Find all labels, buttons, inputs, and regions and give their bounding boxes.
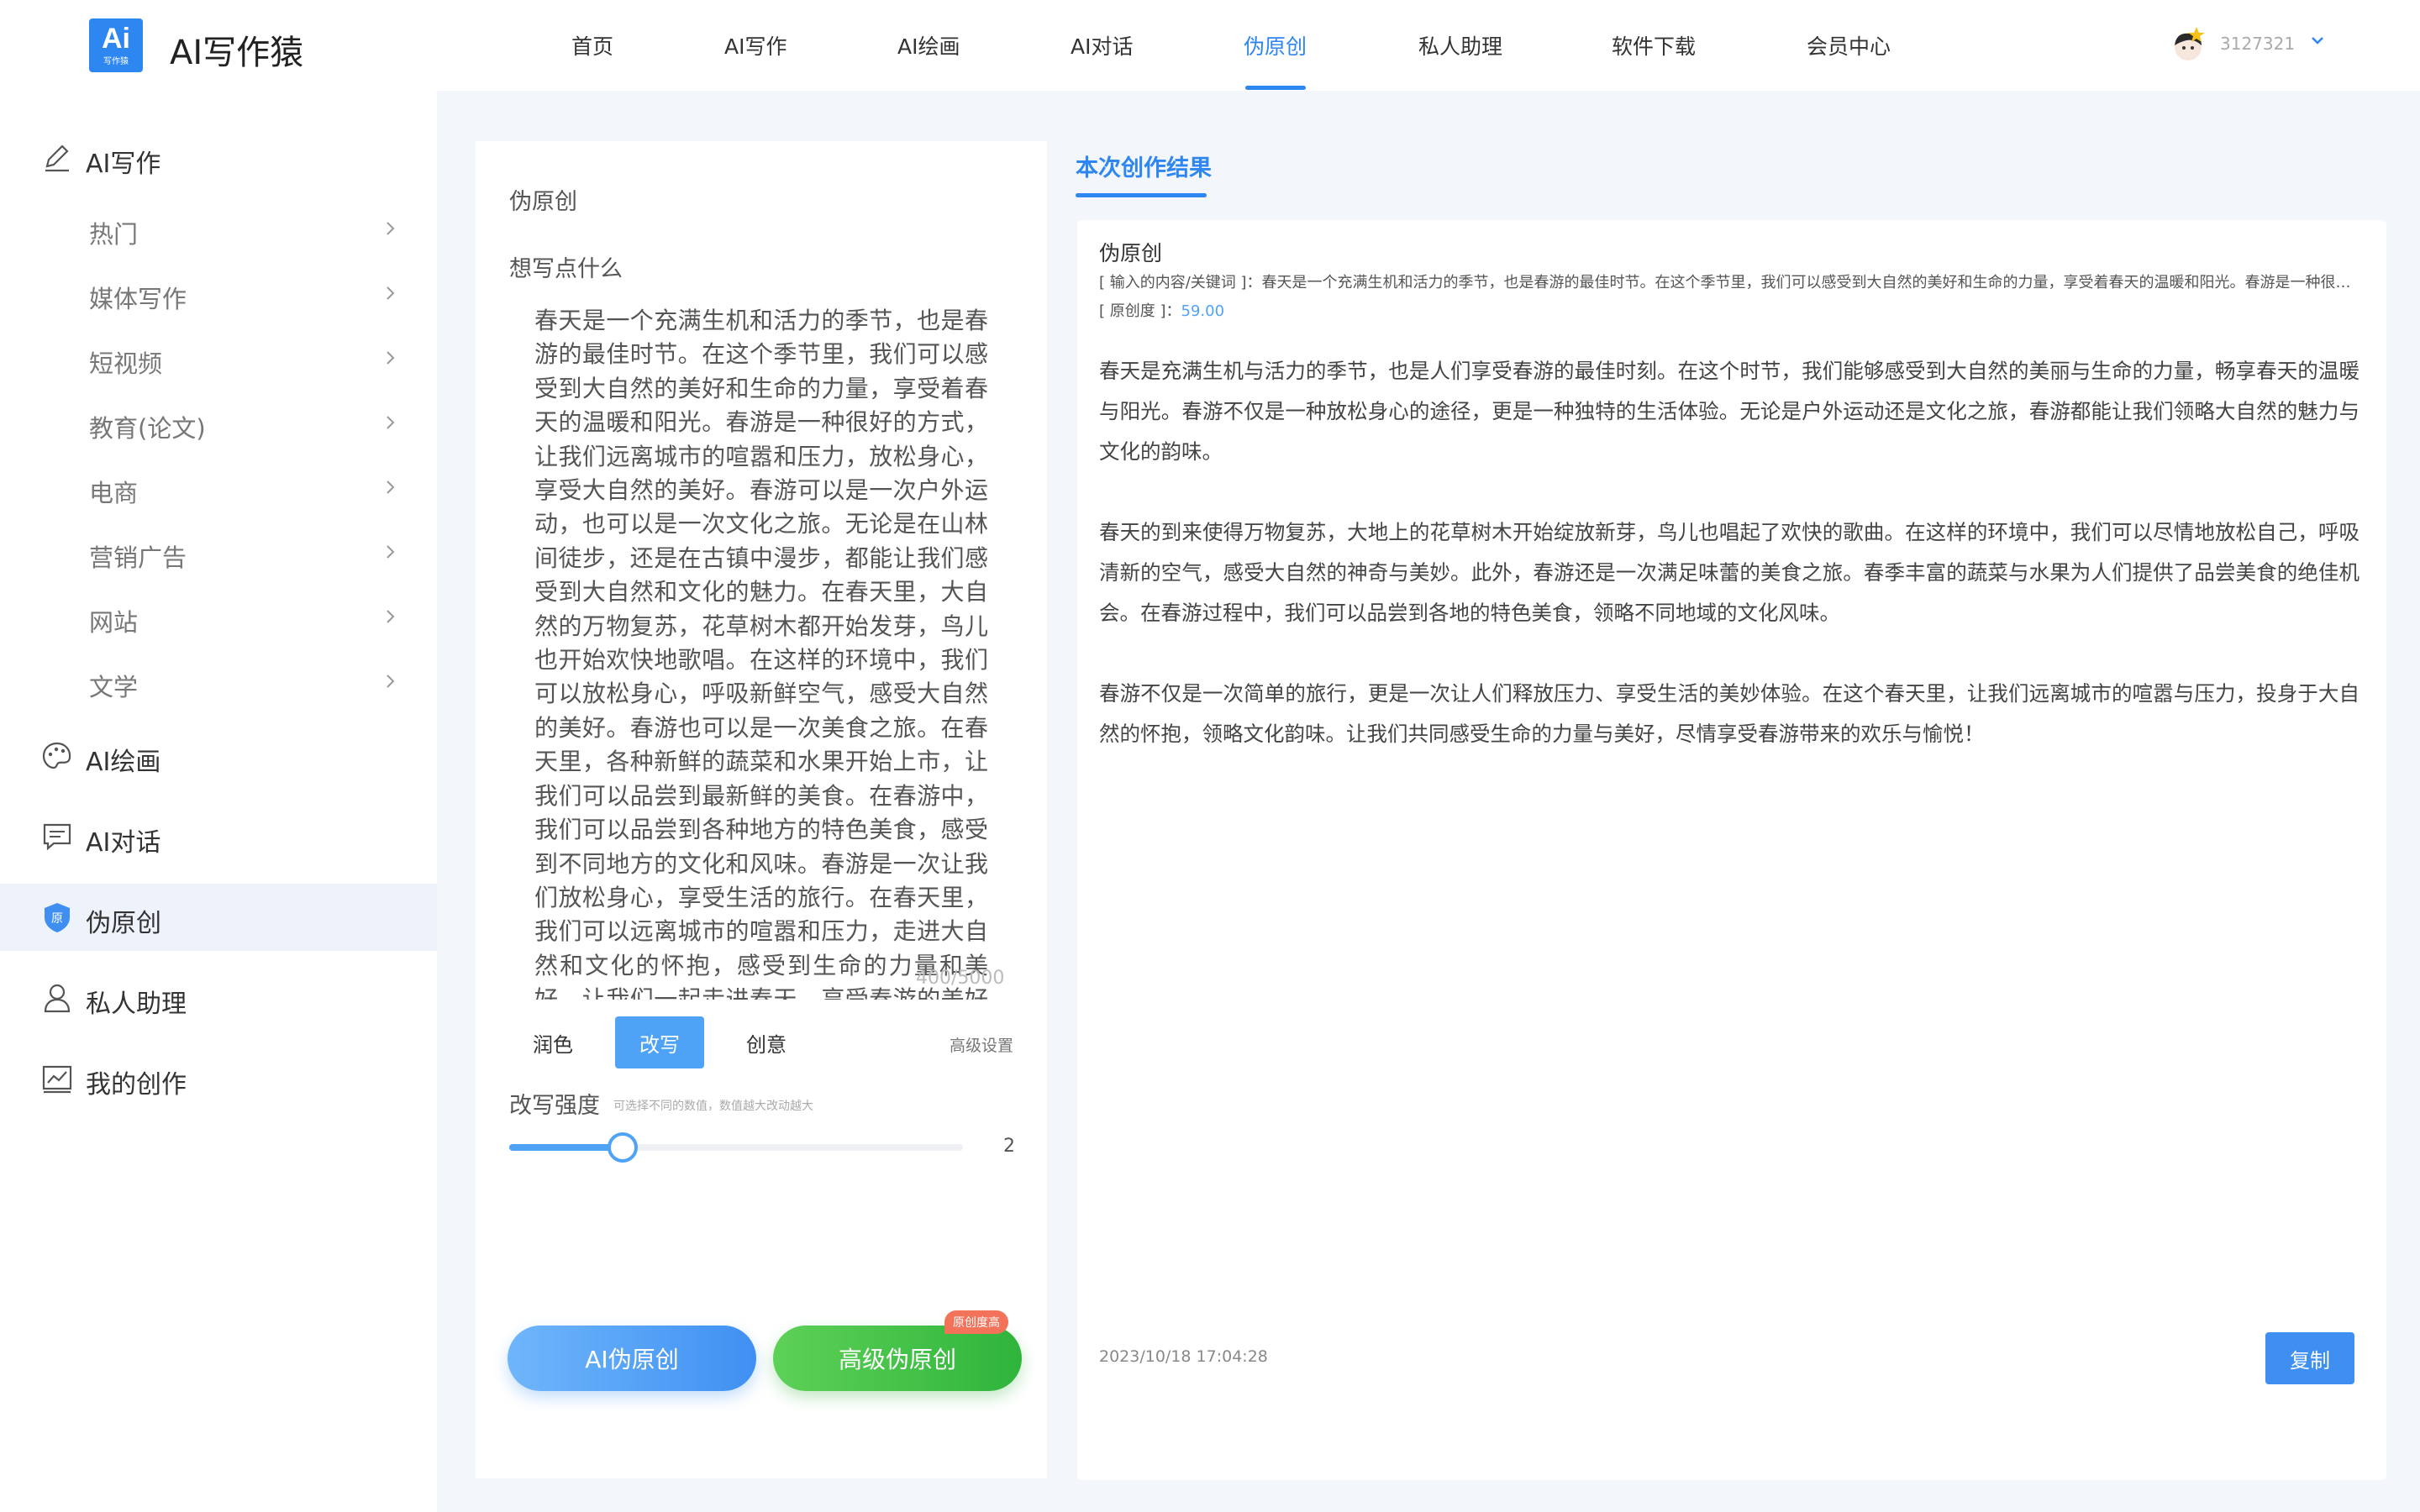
sidebar-group-label: 我的创作 [86, 1070, 187, 1100]
sidebar-group-label: 私人助理 [86, 990, 187, 1019]
sidebar-group-label: AI绘画 [86, 748, 161, 777]
app-title: AI写作猿 [170, 34, 304, 72]
advanced-pseudo-original-button[interactable]: 高级伪原创 [773, 1326, 1022, 1391]
result-paragraph: 春天的到来使得万物复苏，大地上的花草树木开始绽放新芽，鸟儿也唱起了欢快的歌曲。在… [1099, 520, 2360, 625]
logo-text: Ai [102, 23, 130, 55]
strength-value: 2 [1003, 1136, 1015, 1157]
originality-score: [ 原创度 ]：59.00 [1099, 299, 1224, 321]
logo-subtext: 写作猿 [103, 57, 129, 66]
avatar[interactable] [2170, 25, 2208, 64]
sidebar-item-short-video[interactable]: 短视频 [0, 333, 437, 383]
sidebar-item-literature[interactable]: 文学 [0, 656, 437, 706]
advanced-settings-link[interactable]: 高级设置 [950, 1033, 1013, 1056]
sidebar-item-media[interactable]: 媒体写作 [0, 268, 437, 318]
chevron-right-icon [387, 480, 395, 494]
top-header: Ai 写作猿 AI写作猿 首页 AI写作 AI绘画 AI对话 伪原创 私人助理 … [0, 0, 2420, 91]
sidebar-item-label: 营销广告 [89, 543, 187, 572]
sidebar-item-ecommerce[interactable]: 电商 [0, 462, 437, 512]
nav-ai-drawing[interactable]: AI绘画 [897, 30, 960, 60]
copy-button[interactable]: 复制 [2265, 1332, 2354, 1384]
input-label: 想写点什么 [509, 256, 623, 282]
result-input-summary: [ 输入的内容/关键词 ]：春天是一个充满生机和活力的季节，也是春游的最佳时节。… [1099, 274, 2351, 291]
result-tab-indicator [1076, 193, 1207, 197]
nav-pseudo-original[interactable]: 伪原创 [1244, 30, 1307, 60]
nav-home[interactable]: 首页 [571, 30, 613, 60]
result-paragraph: 春游不仅是一次简单的旅行，更是一次让人们释放压力、享受生活的美妙体验。在这个春天… [1099, 681, 2360, 746]
result-title: 伪原创 [1099, 241, 1163, 265]
sidebar-item-label: 电商 [89, 479, 139, 507]
app-logo[interactable]: Ai 写作猿 [89, 18, 143, 72]
result-text[interactable]: 春天是充满生机与活力的季节，也是人们享受春游的最佳时刻。在这个时节，我们能够感受… [1099, 351, 2360, 795]
sidebar-group-label: 伪原创 [86, 909, 161, 938]
user-icon [44, 984, 71, 1013]
nav-member-center[interactable]: 会员中心 [1807, 30, 1891, 60]
originality-badge: 原创度高 [944, 1310, 1008, 1334]
chevron-right-icon [387, 222, 395, 235]
chat-icon [43, 823, 71, 851]
sidebar-group-ai-writing[interactable]: AI写作 [0, 124, 437, 192]
sidebar-item-hot[interactable]: 热门 [0, 203, 437, 254]
nav-active-indicator [1245, 86, 1306, 90]
chevron-right-icon [387, 351, 395, 365]
sidebar-item-marketing[interactable]: 营销广告 [0, 527, 437, 577]
content-textarea[interactable]: 春天是一个充满生机和活力的季节，也是春游的最佳时节。在这个季节里，我们可以感受到… [534, 304, 988, 1000]
chart-icon [42, 1065, 72, 1094]
sidebar-group-label: AI对话 [86, 828, 161, 858]
nav-personal-assistant[interactable]: 私人助理 [1418, 30, 1502, 60]
username[interactable]: 3127321 [2220, 34, 2295, 54]
shield-glyph: 原 [51, 912, 63, 926]
chevron-right-icon [387, 610, 395, 623]
tab-polish[interactable]: 润色 [519, 1016, 587, 1068]
sidebar-group-ai-drawing[interactable]: AI绘画 [0, 722, 437, 790]
sidebar-item-label: 媒体写作 [89, 285, 187, 313]
result-paragraph: 春天是充满生机与活力的季节，也是人们享受春游的最佳时刻。在这个时节，我们能够感受… [1099, 359, 2360, 464]
sidebar-item-label: 教育(论文) [89, 414, 206, 443]
sidebar-item-label: 热门 [89, 220, 139, 249]
sidebar-item-label: 文学 [89, 673, 139, 701]
sidebar: AI写作 热门 媒体写作 短视频 教育(论文) 电商 营销广告 网站 文学 AI… [0, 91, 437, 1512]
strength-hint: 可选择不同的数值，数值越大改动越大 [613, 1100, 813, 1113]
sidebar-group-my-creations[interactable]: 我的创作 [0, 1045, 437, 1112]
nav-ai-writing[interactable]: AI写作 [724, 30, 786, 60]
shield-icon: 原 [45, 903, 70, 932]
sidebar-group-assistant[interactable]: 私人助理 [0, 964, 437, 1032]
char-counter: 400/5000 [916, 968, 1005, 989]
sidebar-group-label: AI写作 [86, 150, 161, 179]
strength-slider[interactable] [509, 1132, 963, 1163]
sidebar-item-website[interactable]: 网站 [0, 591, 437, 642]
strength-label: 改写强度 [509, 1093, 600, 1119]
slider-thumb[interactable] [608, 1132, 638, 1163]
result-timestamp: 2023/10/18 17:04:28 [1099, 1347, 1268, 1366]
chevron-right-icon [387, 675, 395, 688]
score-value: 59.00 [1181, 302, 1225, 320]
chevron-right-icon [387, 286, 395, 300]
section-title: 伪原创 [509, 189, 577, 215]
sidebar-item-education[interactable]: 教育(论文) [0, 397, 437, 448]
nav-software-download[interactable]: 软件下载 [1612, 30, 1696, 60]
sidebar-group-pseudo-original[interactable]: 原 伪原创 [0, 884, 437, 951]
palette-icon [42, 742, 71, 769]
sidebar-item-label: 短视频 [89, 349, 163, 378]
pen-icon [45, 144, 69, 172]
chevron-right-icon [387, 416, 395, 429]
tab-creative[interactable]: 创意 [733, 1016, 800, 1068]
ai-pseudo-original-button[interactable]: AI伪原创 [508, 1326, 756, 1391]
tab-result[interactable]: 本次创作结果 [1076, 150, 1212, 182]
slider-fill [509, 1144, 623, 1151]
chevron-down-icon[interactable] [2307, 30, 2328, 50]
tab-rewrite[interactable]: 改写 [615, 1016, 704, 1068]
sidebar-item-label: 网站 [89, 608, 139, 637]
chevron-right-icon [387, 545, 395, 559]
sidebar-group-ai-chat[interactable]: AI对话 [0, 803, 437, 870]
score-label: [ 原创度 ]： [1099, 302, 1181, 320]
nav-ai-chat[interactable]: AI对话 [1071, 30, 1133, 60]
